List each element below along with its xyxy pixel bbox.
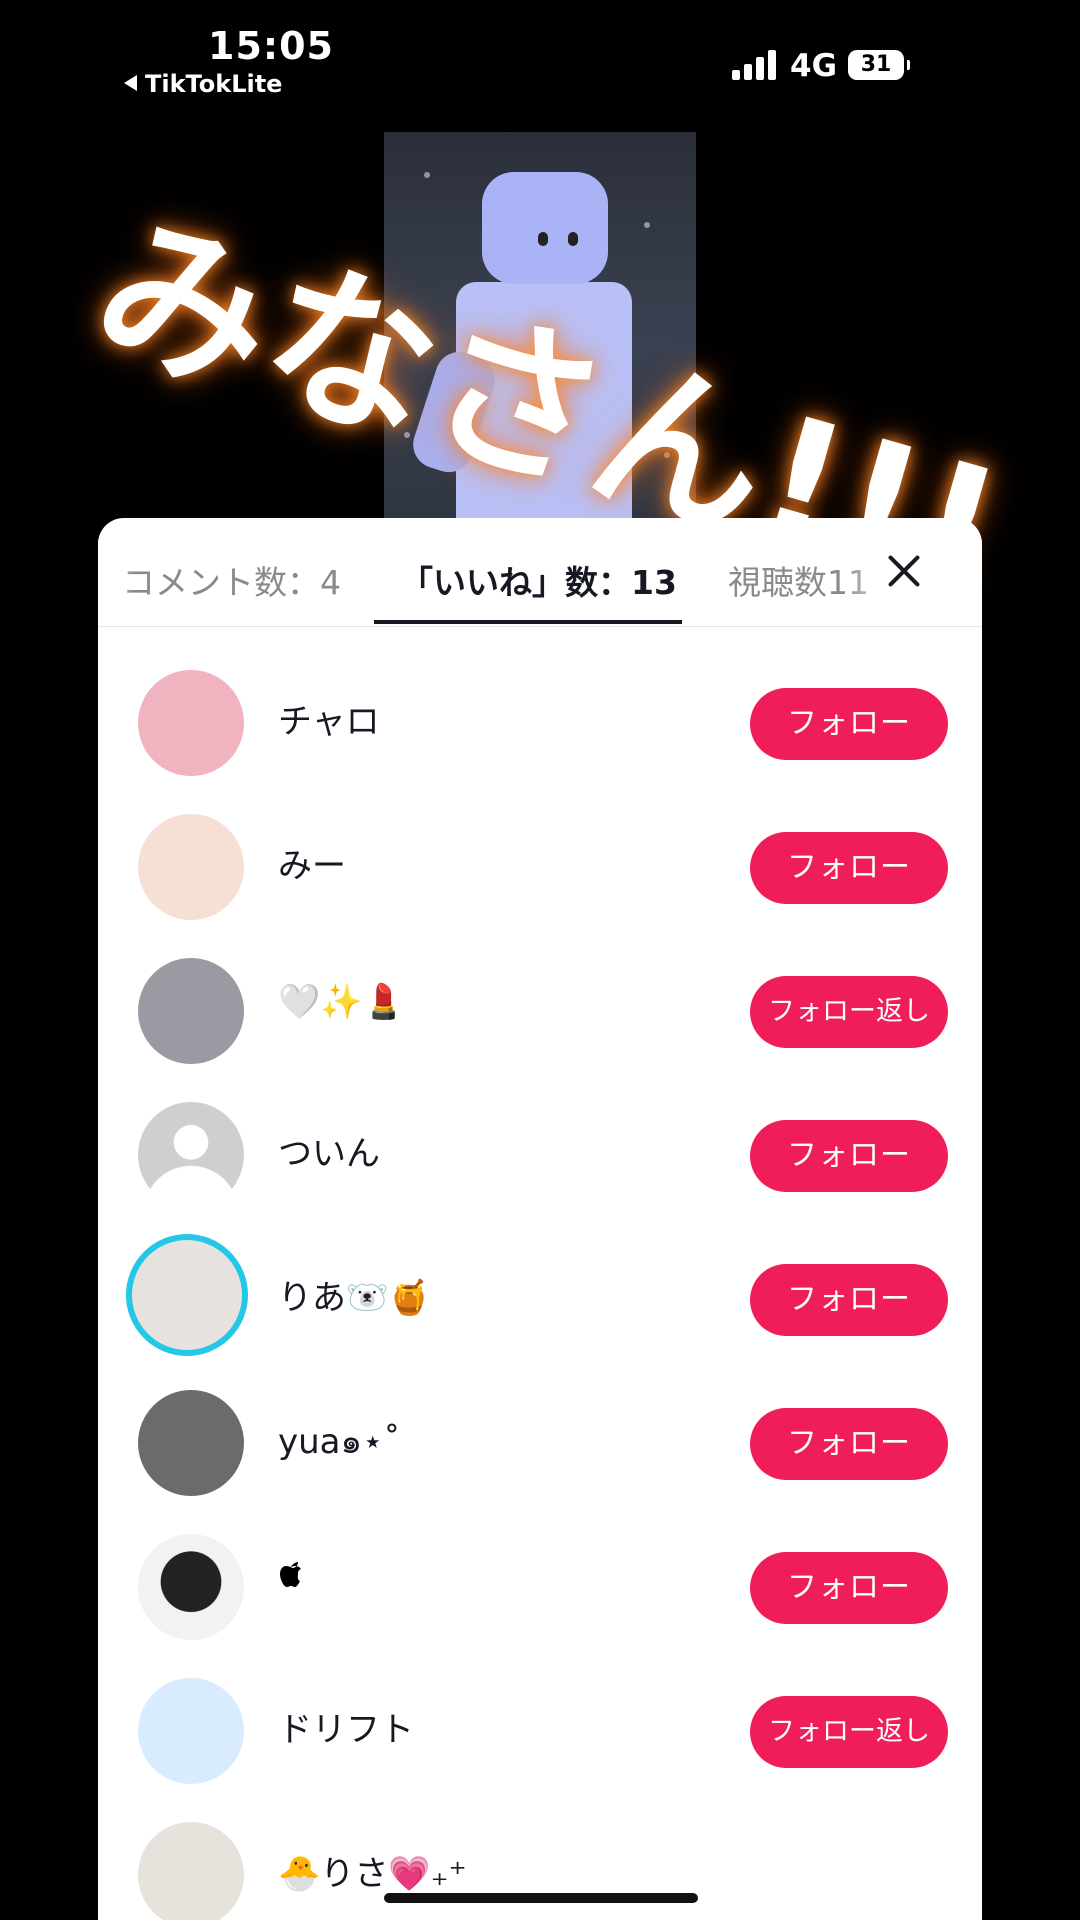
avatar[interactable] (126, 1234, 248, 1356)
figure-eye (538, 232, 548, 246)
battery-icon: 31 (848, 50, 910, 80)
apple-icon (278, 1558, 304, 1598)
username[interactable]: ついん (278, 1126, 380, 1175)
follow-button[interactable]: フォロー (750, 688, 948, 760)
user-row[interactable]: チャロ フォロー (98, 650, 982, 794)
user-row[interactable]: yua๑⋆˚ フォロー (98, 1370, 982, 1514)
tab-comments[interactable]: コメント数：4 (122, 556, 341, 604)
avatar[interactable] (138, 1390, 244, 1496)
avatar[interactable] (138, 1822, 244, 1920)
avatar[interactable] (138, 1102, 244, 1208)
username[interactable]: みー (278, 838, 346, 887)
user-row[interactable]: 🤍✨💄 フォロー返し (98, 938, 982, 1082)
likes-sheet: コメント数：4 「いいね」数：13 視聴数11 チャロ フォロー みー フォロー 🤍✨💄… (98, 518, 982, 1920)
clock: 15:05 (208, 24, 334, 68)
back-app-label: TikTokLite (145, 70, 283, 98)
sheet-tabs: コメント数：4 「いいね」数：13 視聴数11 (98, 518, 982, 627)
avatar[interactable] (138, 958, 244, 1064)
user-row[interactable]: ドリフト フォロー返し (98, 1658, 982, 1802)
home-indicator[interactable] (384, 1893, 698, 1903)
avatar[interactable] (138, 1678, 244, 1784)
follow-button[interactable]: フォロー (750, 1552, 948, 1624)
avatar[interactable] (138, 670, 244, 776)
tab-likes[interactable]: 「いいね」数：13 (400, 556, 677, 604)
username[interactable]: ドリフト (278, 1702, 414, 1751)
username[interactable]: yua๑⋆˚ (278, 1414, 400, 1468)
status-bar: 15:05 TikTokLite 4G 31 (0, 0, 1080, 120)
back-to-app-link[interactable]: TikTokLite (124, 70, 282, 98)
username[interactable]: りあ🐻‍❄️🍯 (278, 1270, 431, 1319)
user-row[interactable]: みー フォロー (98, 794, 982, 938)
back-arrow-icon (124, 75, 137, 91)
follow-button[interactable]: フォロー (750, 1408, 948, 1480)
follow-back-button[interactable]: フォロー返し (750, 1696, 948, 1768)
username[interactable]: チャロ (278, 694, 380, 743)
close-icon[interactable] (880, 548, 928, 596)
battery-level: 31 (860, 52, 892, 77)
user-row[interactable]: ついん フォロー (98, 1082, 982, 1226)
follow-button[interactable]: フォロー (750, 1120, 948, 1192)
cellular-signal-icon (732, 50, 778, 80)
network-type: 4G (790, 48, 838, 84)
username[interactable]: 🤍✨💄 (278, 982, 405, 1022)
follow-button[interactable]: フォロー (750, 832, 948, 904)
active-tab-indicator (374, 620, 682, 624)
follow-button[interactable]: フォロー (750, 1264, 948, 1336)
user-row[interactable]: りあ🐻‍❄️🍯 フォロー (98, 1226, 982, 1370)
user-row[interactable]: フォロー (98, 1514, 982, 1658)
avatar[interactable] (138, 814, 244, 920)
figure-eye (568, 232, 578, 246)
avatar[interactable] (138, 1534, 244, 1640)
username[interactable]: 🐣りさ💗₊⁺ (278, 1846, 467, 1895)
tab-fade (98, 518, 134, 624)
follow-back-button[interactable]: フォロー返し (750, 976, 948, 1048)
